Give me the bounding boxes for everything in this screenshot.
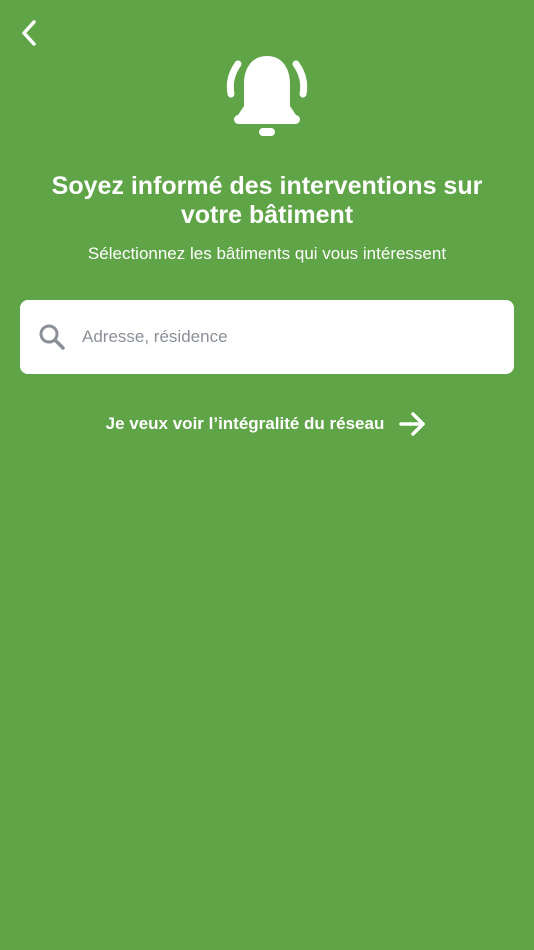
arrow-right-icon [399, 412, 426, 436]
bell-icon [226, 56, 308, 136]
page-title: Soyez informé des interventions sur votr… [51, 172, 483, 229]
view-full-network-link[interactable]: Je veux voir l’intégralité du réseau [70, 404, 464, 444]
chevron-left-icon [22, 20, 36, 46]
search-input[interactable] [82, 300, 502, 374]
page-subtitle: Sélectionnez les bâtiments qui vous inté… [87, 244, 447, 263]
search-icon [39, 324, 65, 350]
search-box[interactable] [20, 300, 514, 374]
back-button[interactable] [10, 14, 48, 52]
view-full-network-label: Je veux voir l’intégralité du réseau [105, 414, 385, 433]
